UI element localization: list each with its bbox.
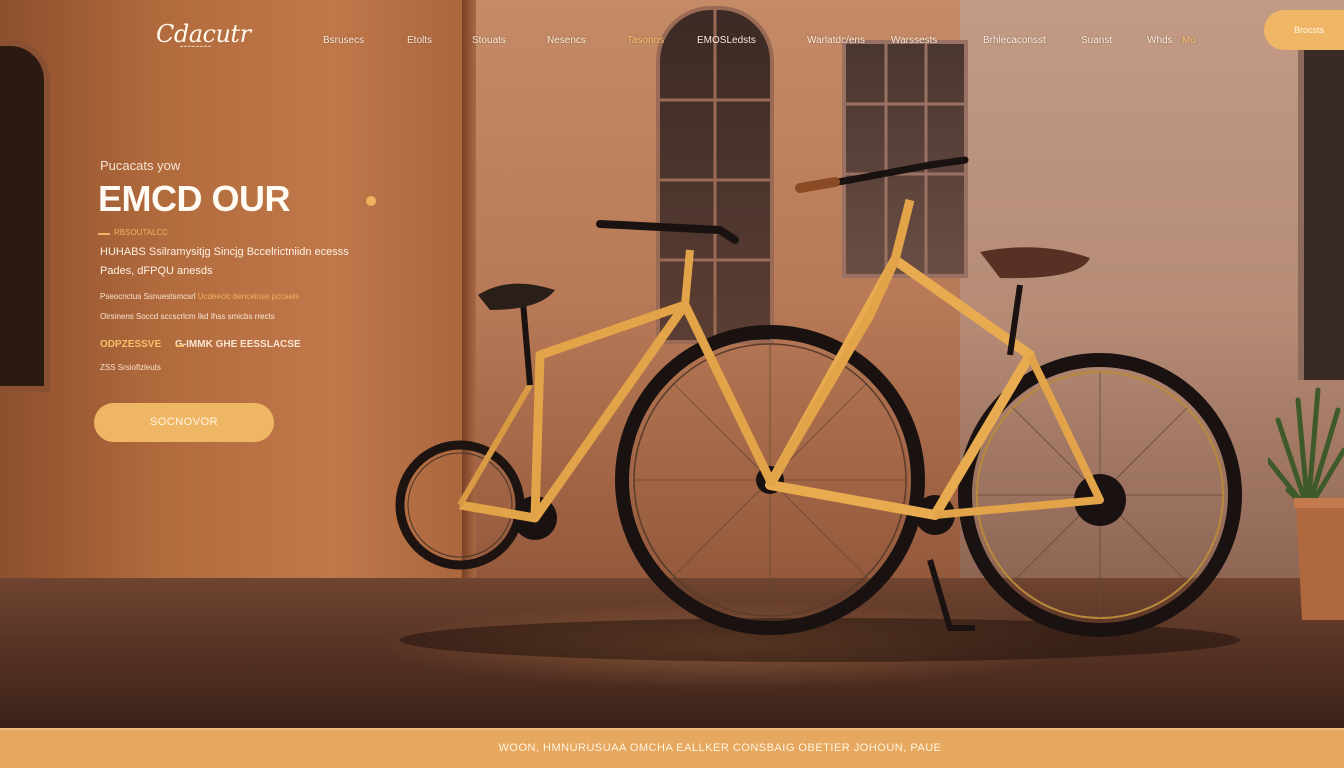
nav-item-3[interactable]: Stouats xyxy=(472,35,506,46)
hero-cta-button[interactable]: SOCNOVOR xyxy=(94,403,274,442)
hero-small-note: ZSS Srsioflzleuts xyxy=(100,363,161,372)
footer-banner-text: WOON, HMNURUSUAA OMCHA EALLKER CONSBAIG … xyxy=(498,742,942,754)
hero-headline: EMCD OUR xyxy=(98,178,291,219)
hero-tagline: RBSOUTALCC xyxy=(114,228,169,237)
detail-line-1-text: Pseocnctus Ssnuestsmcsrl xyxy=(100,292,198,301)
main-nav: Bsrusecs Etolts Stouats Nesencs Tasonos … xyxy=(0,35,1240,49)
hero-description-line-1: HUHABS Ssilramysitjg Sincjg Bccelrictnii… xyxy=(100,246,349,258)
nav-item-7[interactable]: Warlatdc/ens xyxy=(807,35,865,46)
hero-eyebrow: Pucacats yow xyxy=(100,158,181,173)
nav-item-6[interactable]: EMOSLedsts xyxy=(697,35,756,46)
promo-separator xyxy=(176,345,184,347)
bicycle-right xyxy=(765,156,1242,637)
nav-item-12-active[interactable]: Mo xyxy=(1182,35,1196,46)
tagline-dash xyxy=(98,233,110,235)
nav-item-1[interactable]: Bsrusecs xyxy=(323,35,364,46)
bicycles-illustration xyxy=(395,156,1242,662)
potted-plant xyxy=(1268,387,1344,620)
header-cta-button[interactable]: Brocsts xyxy=(1264,10,1344,50)
hero-section xyxy=(0,0,1344,728)
headline-accent-dot xyxy=(366,196,376,206)
nav-item-8[interactable]: Warssests xyxy=(891,35,937,46)
promo-code: ODPZESSVE xyxy=(100,339,162,350)
promo-text: G-IMMK GHE EESSLACSE xyxy=(175,339,301,350)
hero-detail-line-1: Pseocnctus Ssnuestsmcsrl Ucdeeclc bencei… xyxy=(100,292,299,301)
hero-description-line-2: Pades, dFPQU anesds xyxy=(100,265,213,277)
nav-item-10[interactable]: Suanst xyxy=(1081,35,1112,46)
nav-item-9[interactable]: Brhlecaconsst xyxy=(983,35,1046,46)
promo-line: ODPZESSVE G-IMMK GHE EESSLACSE xyxy=(100,339,301,350)
nav-item-11[interactable]: Whds xyxy=(1147,35,1173,46)
hero-detail-line-2: Oirsinens Soccd sccscrlcm Ikd Ihss smicb… xyxy=(100,312,275,321)
background-window-far xyxy=(1298,50,1344,380)
nav-item-2[interactable]: Etolts xyxy=(407,35,432,46)
nav-item-5-active[interactable]: Tasonos xyxy=(627,35,664,46)
bicycle-left xyxy=(395,220,925,635)
nav-item-4[interactable]: Nesencs xyxy=(547,35,586,46)
footer-banner: WOON, HMNURUSUAA OMCHA EALLKER CONSBAIG … xyxy=(0,728,1344,768)
background-window-left xyxy=(0,40,50,392)
detail-line-1-highlight: Ucdeeclc benceinse pccaets xyxy=(197,292,300,301)
